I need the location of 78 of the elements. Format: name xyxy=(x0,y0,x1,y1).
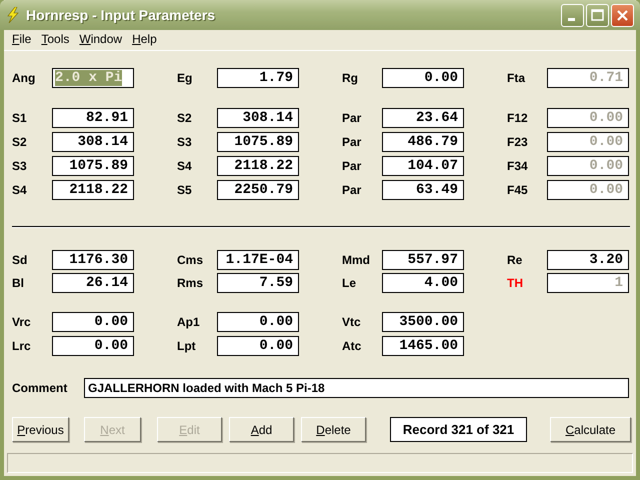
input-field[interactable]: 2250.79 xyxy=(217,180,299,200)
menu-item[interactable]: File xyxy=(8,32,36,48)
field-label: S5 xyxy=(177,183,193,197)
input-field[interactable]: 486.79 xyxy=(382,132,464,152)
field-label: S3 xyxy=(177,135,193,149)
field-label: Vtc xyxy=(342,315,362,329)
nav-button[interactable]: Add xyxy=(229,417,294,442)
field-label: Par xyxy=(342,135,362,149)
window-title: Hornresp - Input Parameters xyxy=(26,7,216,23)
input-field[interactable]: 23.64 xyxy=(382,108,464,128)
field-label: S4 xyxy=(177,159,193,173)
field-label: S3 xyxy=(12,159,28,173)
field-label: Rms xyxy=(177,276,204,290)
field-label: S1 xyxy=(12,111,28,125)
field-label: Vrc xyxy=(12,315,32,329)
field-label: F34 xyxy=(507,159,529,173)
input-field[interactable]: 0.00 xyxy=(52,336,134,356)
input-field[interactable]: 1.79 xyxy=(217,68,299,88)
comment-field[interactable]: GJALLERHORN loaded with Mach 5 Pi-18 xyxy=(84,378,629,398)
field-label: Par xyxy=(342,111,362,125)
input-field[interactable]: 1465.00 xyxy=(382,336,464,356)
input-field[interactable]: 0.00 xyxy=(217,312,299,332)
close-button[interactable] xyxy=(611,4,634,26)
input-field[interactable]: 1.17E-04 xyxy=(217,250,299,270)
input-field[interactable]: 308.14 xyxy=(52,132,134,152)
field-label: Comment xyxy=(12,381,68,395)
minimize-button[interactable] xyxy=(561,4,584,26)
menu-item[interactable]: Window xyxy=(75,32,126,48)
nav-button[interactable]: Delete xyxy=(301,417,366,442)
field-label: Fta xyxy=(507,71,526,85)
field-label: TH xyxy=(507,276,524,290)
nav-button[interactable]: Previous xyxy=(12,417,69,442)
input-field[interactable]: 557.97 xyxy=(382,250,464,270)
field-label: S2 xyxy=(177,111,193,125)
minimize-icon xyxy=(568,18,575,20)
field-label: Mmd xyxy=(342,253,371,267)
field-label: Le xyxy=(342,276,358,290)
field-label: F12 xyxy=(507,111,529,125)
input-field[interactable]: 4.00 xyxy=(382,273,464,293)
field-label: Ang xyxy=(12,71,36,85)
input-field[interactable]: 0.00 xyxy=(52,312,134,332)
record-counter: Record 321 of 321 xyxy=(390,417,527,442)
field-label: Eg xyxy=(177,71,194,85)
input-field[interactable]: 308.14 xyxy=(217,108,299,128)
field-label: Cms xyxy=(177,253,204,267)
field-label: Rg xyxy=(342,71,359,85)
input-field[interactable]: 63.49 xyxy=(382,180,464,200)
input-field[interactable]: 1075.89 xyxy=(52,156,134,176)
input-field[interactable]: 0.00 xyxy=(217,336,299,356)
input-field[interactable]: 1176.30 xyxy=(52,250,134,270)
input-field[interactable]: 82.91 xyxy=(52,108,134,128)
field-label: Lpt xyxy=(177,339,197,353)
field-label: Re xyxy=(507,253,524,267)
input-field[interactable]: 3.20 xyxy=(547,250,629,270)
field-label: Ap1 xyxy=(177,315,201,329)
input-field[interactable]: 2118.22 xyxy=(217,156,299,176)
field-label: S2 xyxy=(12,135,28,149)
field-label: Par xyxy=(342,183,362,197)
menu-item[interactable]: Help xyxy=(128,32,161,48)
field-label: Atc xyxy=(342,339,362,353)
input-field[interactable]: 1075.89 xyxy=(217,132,299,152)
field-label: Lrc xyxy=(12,339,32,353)
input-field[interactable]: 26.14 xyxy=(52,273,134,293)
field-label: F23 xyxy=(507,135,529,149)
menu-item[interactable]: Tools xyxy=(37,32,74,48)
input-field[interactable]: 2118.22 xyxy=(52,180,134,200)
field-label: Sd xyxy=(12,253,28,267)
field-label: S4 xyxy=(12,183,28,197)
lightning-icon xyxy=(6,7,20,23)
maximize-button[interactable] xyxy=(586,4,609,26)
input-field[interactable]: 104.07 xyxy=(382,156,464,176)
calculate-button[interactable]: Calculate xyxy=(550,417,631,442)
field-label: Bl xyxy=(12,276,25,290)
input-field[interactable]: 7.59 xyxy=(217,273,299,293)
input-field[interactable]: 3500.00 xyxy=(382,312,464,332)
input-field[interactable]: 0.00 xyxy=(382,68,464,88)
field-label: Par xyxy=(342,159,362,173)
field-label: F45 xyxy=(507,183,529,197)
